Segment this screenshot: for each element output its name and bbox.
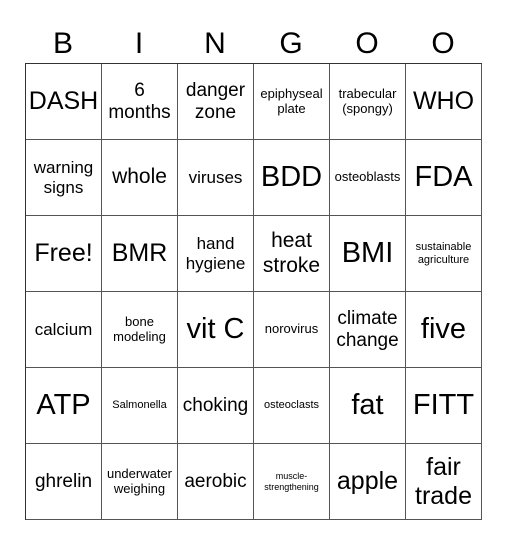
header-letter: N: [204, 27, 226, 60]
bingo-cell: hand hygiene: [178, 216, 254, 292]
bingo-cell: viruses: [178, 140, 254, 216]
bingo-cell: osteoclasts: [254, 368, 330, 444]
bingo-cell: trabecular (spongy): [330, 64, 406, 140]
bingo-cell: underwater weighing: [102, 444, 178, 520]
header-letter: O: [431, 27, 455, 60]
bingo-cell: calcium: [26, 292, 102, 368]
bingo-cell: climate change: [330, 292, 406, 368]
bingo-cell: DASH: [26, 64, 102, 140]
bingo-cell: sustainable agriculture: [406, 216, 482, 292]
bingo-cell: whole: [102, 140, 178, 216]
bingo-cell: BDD: [254, 140, 330, 216]
bingo-cell: aerobic: [178, 444, 254, 520]
bingo-cell: fat: [330, 368, 406, 444]
bingo-cell: danger zone: [178, 64, 254, 140]
header-letter: O: [355, 27, 379, 60]
bingo-cell: muscle-strengthening: [254, 444, 330, 520]
bingo-cell: norovirus: [254, 292, 330, 368]
bingo-cell: bone modeling: [102, 292, 178, 368]
bingo-cell: apple: [330, 444, 406, 520]
bingo-cell: FITT: [406, 368, 482, 444]
bingo-cell free-space: Free!: [26, 216, 102, 292]
bingo-cell: epiphyseal plate: [254, 64, 330, 140]
bingo-cell: ATP: [26, 368, 102, 444]
bingo-cell: ghrelin: [26, 444, 102, 520]
bingo-cell: choking: [178, 368, 254, 444]
header-letter: I: [134, 27, 144, 60]
bingo-cell: FDA: [406, 140, 482, 216]
bingo-cell: heat stroke: [254, 216, 330, 292]
bingo-cell: BMR: [102, 216, 178, 292]
bingo-grid: DASH 6 months danger zone epiphyseal pla…: [25, 63, 482, 520]
bingo-cell: five: [406, 292, 482, 368]
bingo-cell: 6 months: [102, 64, 178, 140]
bingo-cell: warning signs: [26, 140, 102, 216]
bingo-cell: osteoblasts: [330, 140, 406, 216]
header-letter: B: [52, 27, 73, 60]
bingo-cell: Salmonella: [102, 368, 178, 444]
bingo-cell: BMI: [330, 216, 406, 292]
bingo-cell: vit C: [178, 292, 254, 368]
bingo-header: B I N G O O: [25, 26, 481, 62]
bingo-cell: WHO: [406, 64, 482, 140]
header-letter: G: [279, 27, 303, 60]
bingo-cell: fair trade: [406, 444, 482, 520]
